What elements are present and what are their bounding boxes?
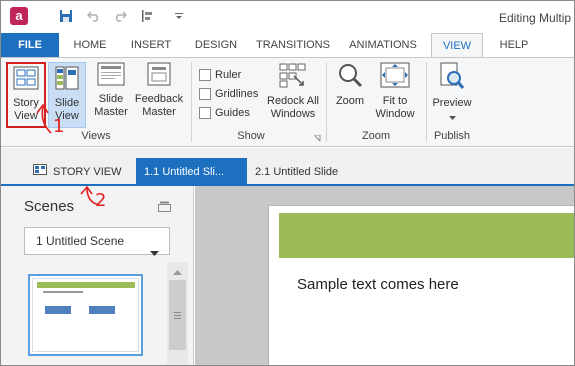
chevron-down-icon xyxy=(150,239,159,265)
save-icon[interactable] xyxy=(57,7,75,25)
redock-windows-icon xyxy=(265,62,321,92)
tab-file[interactable]: FILE xyxy=(1,33,59,57)
undo-icon[interactable] xyxy=(85,7,103,25)
story-view-icon xyxy=(8,66,44,94)
scene-dropdown[interactable]: 1 Untitled Scene xyxy=(24,227,170,256)
app-logo-icon: a xyxy=(10,7,28,25)
fit-to-window-button[interactable]: Fit to Window xyxy=(371,62,419,121)
slide-stage[interactable]: Sample text comes here xyxy=(268,205,574,365)
tab-slide-1-1[interactable]: 1.1 Untitled Sli... xyxy=(136,158,247,186)
scrollbar-thumb[interactable] xyxy=(169,280,186,350)
slide-title-banner[interactable] xyxy=(279,213,574,258)
preview-icon xyxy=(431,62,473,94)
tab-slide-2-1[interactable]: 2.1 Untitled Slide xyxy=(247,158,346,186)
views-group-label: Views xyxy=(81,130,111,142)
show-group-label: Show xyxy=(237,130,265,142)
redo-icon[interactable] xyxy=(111,7,129,25)
customize-toolbar-icon[interactable] xyxy=(173,7,185,25)
fit-to-window-label: Fit to Window xyxy=(375,95,415,120)
arrange-icon[interactable] xyxy=(138,7,156,25)
slide-master-icon xyxy=(90,62,132,90)
annotation-arrow-1 xyxy=(36,103,52,134)
thumbnail-preview xyxy=(32,278,139,352)
thumbnail-button-shape xyxy=(89,306,115,314)
gridlines-checkbox-box[interactable] xyxy=(199,88,211,100)
slide-master-label: Slide Master xyxy=(94,93,128,118)
panel-options-icon[interactable] xyxy=(158,201,171,215)
slide-master-button[interactable]: Slide Master xyxy=(90,62,132,119)
slide-body-text[interactable]: Sample text comes here xyxy=(297,276,459,293)
annotation-step-1: 1 xyxy=(53,116,65,137)
thumbnail-button-shape xyxy=(45,306,71,314)
group-divider xyxy=(191,62,192,142)
tab-story-view[interactable]: STORY VIEW xyxy=(25,158,129,186)
scenes-title: Scenes xyxy=(24,198,75,215)
publish-group-label: Publish xyxy=(433,130,471,142)
guides-checkbox-box[interactable] xyxy=(199,107,211,119)
tab-transitions[interactable]: TRANSITIONS xyxy=(251,33,335,57)
feedback-master-label: Feedback Master xyxy=(134,93,184,118)
group-divider xyxy=(426,62,427,142)
thumbnail-banner xyxy=(37,282,135,288)
view-tabs-bar: STORY VIEW 1.1 Untitled Sli... 2.1 Untit… xyxy=(1,148,574,186)
feedback-master-icon xyxy=(134,62,184,90)
zoom-group-label: Zoom xyxy=(361,130,391,142)
ruler-checkbox[interactable]: Ruler xyxy=(199,69,241,81)
tab-design[interactable]: DESIGN xyxy=(186,33,246,57)
tab-view[interactable]: VIEW xyxy=(431,33,483,58)
slide-thumbnail[interactable] xyxy=(28,274,143,356)
group-divider xyxy=(326,62,327,142)
window-title: Editing Multip xyxy=(499,11,572,25)
annotation-step-2: 2 xyxy=(95,190,107,211)
scenes-scrollbar[interactable] xyxy=(167,262,188,365)
preview-button[interactable]: Preview xyxy=(431,62,473,124)
fit-to-window-icon xyxy=(371,62,419,92)
preview-label: Preview xyxy=(432,97,472,109)
story-view-tab-label: STORY VIEW xyxy=(53,166,122,178)
show-dialog-launcher-icon[interactable] xyxy=(314,133,321,145)
ruler-label: Ruler xyxy=(215,69,242,81)
redock-all-windows-label: Redock All Windows xyxy=(267,95,319,120)
ribbon-view: Story View Slide View Slide Master Feedb… xyxy=(1,57,574,147)
tab-insert[interactable]: INSERT xyxy=(122,33,180,57)
gridlines-label: Gridlines xyxy=(215,88,259,100)
slide-view-icon xyxy=(49,66,85,94)
redock-all-windows-button[interactable]: Redock All Windows xyxy=(265,62,321,121)
gridlines-checkbox[interactable]: Gridlines xyxy=(199,88,258,100)
ruler-checkbox-box[interactable] xyxy=(199,69,211,81)
title-bar: a Editing Multip xyxy=(1,1,574,33)
thumbnail-text-line xyxy=(43,291,83,293)
guides-checkbox[interactable]: Guides xyxy=(199,107,250,119)
preview-dropdown-icon[interactable] xyxy=(431,111,473,124)
guides-label: Guides xyxy=(215,107,250,119)
slide-canvas: Sample text comes here xyxy=(195,186,574,365)
app-window: a Editing Multip FILE HOME INSERT DESIGN… xyxy=(0,0,575,366)
scene-dropdown-value: 1 Untitled Scene xyxy=(36,234,125,248)
tab-home[interactable]: HOME xyxy=(64,33,116,57)
scroll-up-icon[interactable] xyxy=(173,266,182,278)
zoom-label: Zoom xyxy=(335,95,365,107)
zoom-icon xyxy=(333,62,367,92)
story-view-tab-icon xyxy=(33,158,47,186)
tab-help[interactable]: HELP xyxy=(491,33,537,57)
ribbon-tab-row: FILE HOME INSERT DESIGN TRANSITIONS ANIM… xyxy=(1,33,574,58)
zoom-button[interactable]: Zoom xyxy=(333,62,367,108)
feedback-master-button[interactable]: Feedback Master xyxy=(134,62,184,119)
scenes-panel: Scenes 1 Untitled Scene xyxy=(1,186,194,365)
tab-animations[interactable]: ANIMATIONS xyxy=(341,33,425,57)
